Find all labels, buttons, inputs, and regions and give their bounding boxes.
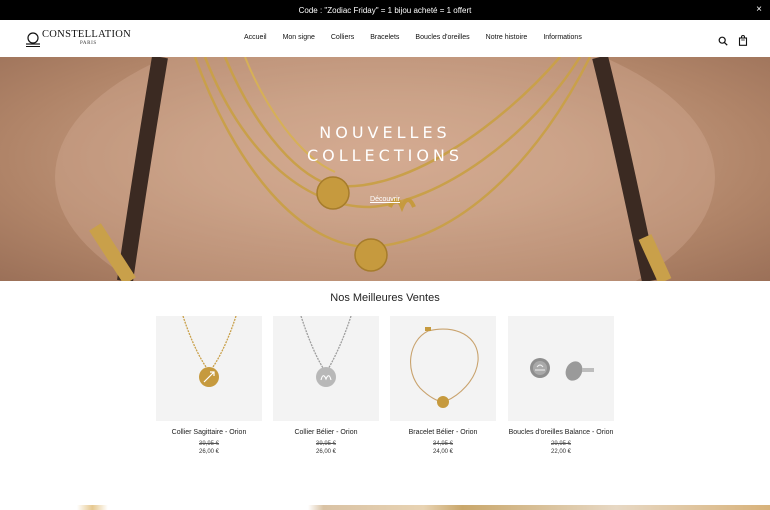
discover-link[interactable]: Découvrir: [0, 196, 770, 203]
product-old-price: 34,95 €: [432, 441, 454, 447]
site-header: CONSTELLATION PARIS Accueil Mon signe Co…: [0, 20, 770, 57]
header-icons: [718, 33, 748, 46]
product-image[interactable]: [273, 316, 379, 421]
announcement-text: Code : "Zodiac Friday" = 1 bijou acheté …: [298, 5, 472, 15]
next-section-preview: [0, 505, 770, 510]
product-name[interactable]: Collier Bélier - Orion: [273, 428, 379, 437]
product-card[interactable]: Collier Bélier - Orion 39,95 € 26,00 €: [273, 316, 379, 455]
nav-item-colliers[interactable]: Colliers: [323, 34, 362, 41]
logo-mark-icon: [26, 32, 40, 47]
product-image[interactable]: [156, 316, 262, 421]
product-price: 26,00 €: [315, 449, 337, 455]
product-image[interactable]: [508, 316, 614, 421]
bag-icon[interactable]: [738, 33, 748, 46]
nav-item-boucles[interactable]: Boucles d'oreilles: [407, 34, 477, 41]
nav-item-informations[interactable]: Informations: [535, 34, 590, 41]
hero-image: [55, 57, 715, 281]
product-old-price: 29,95 €: [550, 441, 572, 447]
announcement-bar: Code : "Zodiac Friday" = 1 bijou acheté …: [0, 0, 770, 20]
nav-item-accueil[interactable]: Accueil: [236, 34, 275, 41]
brand-name: CONSTELLATION: [42, 29, 132, 40]
product-card[interactable]: Collier Sagittaire - Orion 39,95 € 26,00…: [156, 316, 262, 455]
hero-title-line2: COLLECTIONS: [306, 146, 464, 165]
product-name[interactable]: Boucles d'oreilles Balance - Orion: [508, 428, 614, 437]
nav-item-mon-signe[interactable]: Mon signe: [275, 34, 323, 41]
nav-item-bracelets[interactable]: Bracelets: [362, 34, 407, 41]
product-old-price: 39,95 €: [315, 441, 337, 447]
product-card[interactable]: Bracelet Bélier - Orion 34,95 € 24,00 €: [390, 316, 496, 455]
product-name[interactable]: Bracelet Bélier - Orion: [390, 428, 496, 437]
product-image[interactable]: [390, 316, 496, 421]
nav-item-notre-histoire[interactable]: Notre histoire: [478, 34, 536, 41]
hero-banner: NOUVELLES COLLECTIONS Découvrir: [0, 57, 770, 281]
product-name[interactable]: Collier Sagittaire - Orion: [156, 428, 262, 437]
product-card[interactable]: Boucles d'oreilles Balance - Orion 29,95…: [508, 316, 614, 455]
product-price: 24,00 €: [432, 449, 454, 455]
brand-sub: PARIS: [80, 41, 97, 46]
close-icon[interactable]: ×: [756, 4, 762, 16]
product-old-price: 39,95 €: [198, 441, 220, 447]
product-price: 26,00 €: [198, 449, 220, 455]
main-nav: Accueil Mon signe Colliers Bracelets Bou…: [236, 34, 590, 41]
search-icon[interactable]: [718, 33, 728, 46]
logo[interactable]: CONSTELLATION PARIS: [24, 29, 136, 51]
section-title: Nos Meilleures Ventes: [330, 292, 440, 304]
product-price: 22,00 €: [550, 449, 572, 455]
hero-title-line1: NOUVELLES: [319, 123, 451, 142]
